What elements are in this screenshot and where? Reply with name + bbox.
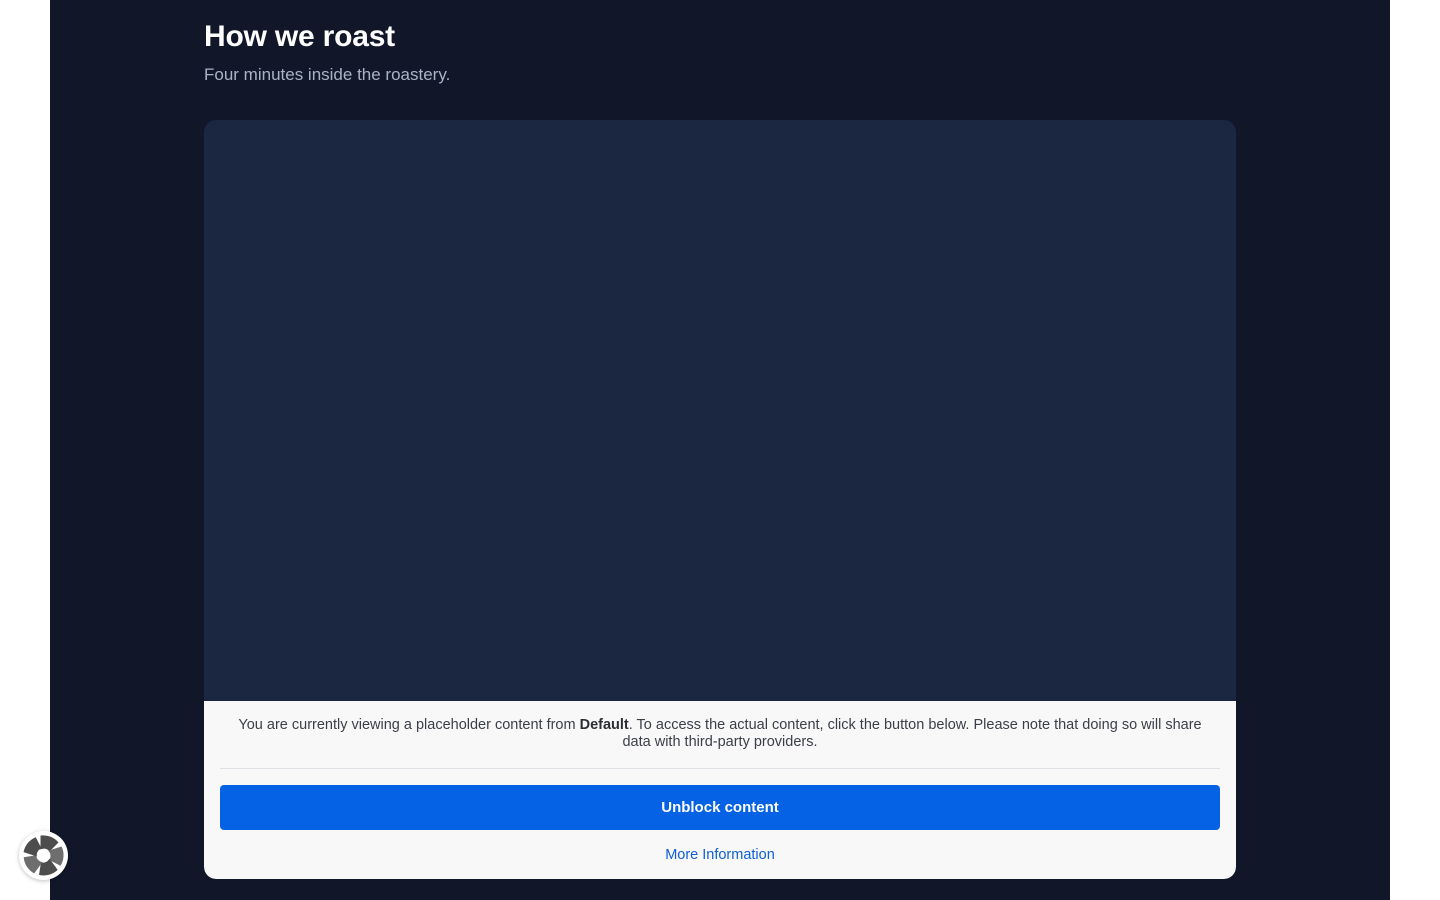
provider-name: Default	[579, 717, 629, 733]
unblock-content-button[interactable]: Unblock content	[220, 785, 1220, 830]
page-title: How we roast	[204, 20, 395, 53]
content-blocker-panel: You are currently viewing a placeholder …	[204, 701, 1236, 879]
privacy-settings-button[interactable]	[19, 831, 68, 880]
page-subtitle: Four minutes inside the roastery.	[204, 65, 451, 84]
notice-suffix: . To access the actual content, click th…	[622, 717, 1202, 750]
privacy-settings-icon	[23, 835, 64, 876]
page: How we roast Four minutes inside the roa…	[50, 0, 1390, 900]
consent-notice: You are currently viewing a placeholder …	[220, 717, 1220, 769]
video-embed-placeholder: You are currently viewing a placeholder …	[204, 120, 1236, 879]
notice-prefix: You are currently viewing a placeholder …	[238, 717, 580, 733]
more-information-link[interactable]: More Information	[220, 847, 1220, 863]
